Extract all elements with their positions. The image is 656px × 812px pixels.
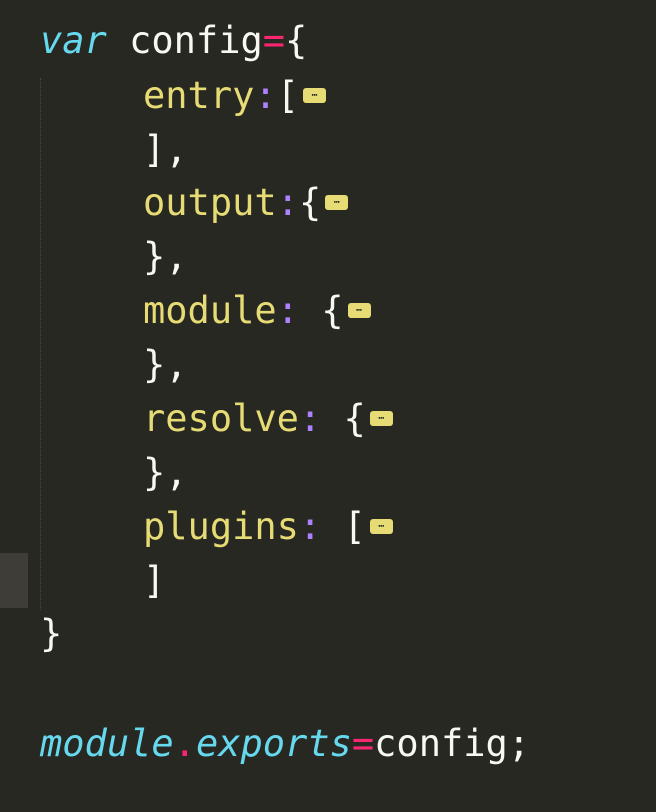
code-editor[interactable]: var config={ entry:[⋯ ], output:{⋯ }, mo…: [0, 0, 656, 812]
code-line-2: entry:[⋯: [40, 69, 326, 123]
fold-ellipsis-icon[interactable]: ⋯: [369, 519, 393, 534]
code-line-9: },: [40, 446, 188, 500]
module-object: module: [40, 722, 174, 765]
resolve-key: resolve: [143, 397, 299, 440]
code-line-10: plugins: [⋯: [40, 500, 393, 554]
code-line-6: module: {⋯: [40, 284, 371, 338]
exports-property: exports: [195, 722, 352, 765]
dot-operator: .: [173, 722, 196, 765]
code-line-13: module.exports=config;: [40, 717, 530, 771]
fold-ellipsis-icon[interactable]: ⋯: [325, 195, 349, 210]
open-brace: {: [298, 289, 344, 332]
assign-operator: =: [262, 19, 286, 62]
fold-ellipsis-icon[interactable]: ⋯: [347, 303, 371, 318]
open-brace: {: [285, 19, 308, 62]
colon: :: [298, 397, 322, 440]
variable-name: config: [106, 19, 263, 62]
close-brace: }: [40, 612, 63, 655]
code-line-3: ],: [40, 123, 188, 177]
colon: :: [276, 181, 299, 224]
fold-ellipsis-icon[interactable]: ⋯: [369, 411, 393, 426]
plugins-key: plugins: [143, 505, 299, 548]
close-bracket: ]: [143, 559, 166, 602]
var-keyword: var: [40, 19, 107, 62]
code-line-12: }: [40, 607, 62, 661]
code-line-11: ]: [40, 554, 165, 608]
open-bracket: [: [321, 505, 366, 548]
module-key: module: [143, 289, 277, 332]
open-brace: {: [321, 397, 366, 440]
fold-ellipsis-icon[interactable]: ⋯: [302, 88, 326, 103]
colon: :: [254, 74, 277, 117]
open-bracket: [: [276, 74, 299, 117]
close-brace: },: [143, 451, 188, 494]
close-bracket: ],: [143, 128, 188, 171]
open-brace: {: [298, 181, 322, 224]
close-brace: },: [143, 343, 188, 386]
code-line-7: },: [40, 338, 188, 392]
code-line-1: var config={: [40, 14, 307, 68]
config-value: config;: [374, 722, 531, 765]
output-key: output: [143, 181, 277, 224]
colon: :: [276, 289, 299, 332]
code-line-8: resolve: {⋯: [40, 392, 393, 446]
close-brace: },: [143, 235, 188, 278]
code-line-5: },: [40, 230, 188, 284]
assign-operator: =: [351, 722, 375, 765]
gutter-current-line: [0, 553, 28, 608]
colon: :: [298, 505, 322, 548]
code-line-4: output:{⋯: [40, 176, 349, 230]
entry-key: entry: [143, 74, 255, 117]
